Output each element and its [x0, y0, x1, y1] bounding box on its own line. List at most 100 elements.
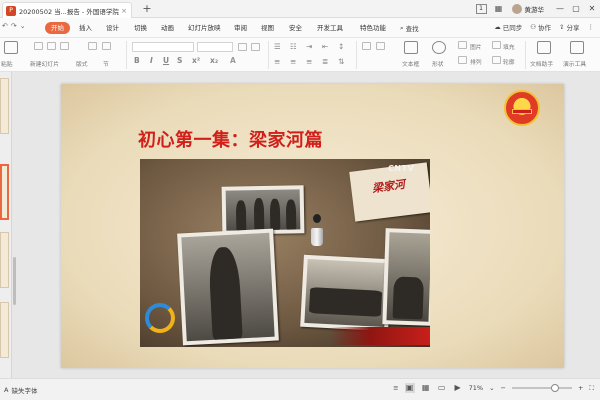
- presenter-tools-label[interactable]: 演示工具: [563, 59, 586, 68]
- outline-label[interactable]: 轮廓: [503, 57, 515, 66]
- format-painter-icon[interactable]: [60, 42, 69, 50]
- tab-view[interactable]: 视图: [259, 22, 276, 34]
- decrease-font-icon[interactable]: [251, 43, 260, 51]
- redo-icon[interactable]: ↷: [11, 22, 17, 30]
- strikethrough-icon[interactable]: S: [177, 56, 182, 65]
- slide-title[interactable]: 初心第一集：梁家河篇: [138, 126, 323, 152]
- paste-icon[interactable]: [4, 41, 18, 54]
- picture-icon[interactable]: [458, 41, 467, 49]
- line-spacing-icon[interactable]: ↕: [338, 42, 344, 51]
- layout-grid-icon[interactable]: ▦: [493, 3, 505, 15]
- zoom-dropdown-icon[interactable]: ⌄: [489, 384, 494, 392]
- chevron-down-icon[interactable]: ⌄: [20, 22, 26, 30]
- slide-thumbnail[interactable]: [0, 302, 9, 358]
- increase-font-icon[interactable]: [238, 43, 247, 51]
- outdent-icon[interactable]: ⇤: [322, 42, 328, 51]
- tab-insert[interactable]: 插入: [77, 22, 94, 34]
- textbox-label[interactable]: 文本框: [402, 59, 419, 68]
- font-name-field[interactable]: [132, 42, 194, 52]
- fill-icon[interactable]: [492, 41, 501, 49]
- shape-label[interactable]: 形状: [432, 59, 444, 68]
- tab-design[interactable]: 设计: [104, 22, 121, 34]
- outline-icon[interactable]: [492, 56, 501, 64]
- document-assistant-icon[interactable]: [537, 41, 551, 54]
- close-window-button[interactable]: ✕: [584, 0, 600, 18]
- underline-icon[interactable]: U: [163, 56, 169, 65]
- thumbnail-scrollbar[interactable]: [13, 257, 16, 305]
- search-button[interactable]: ⌕ 查找: [400, 22, 419, 34]
- text-direction-icon[interactable]: ⇅: [338, 57, 344, 66]
- slide-thumbnail[interactable]: [0, 78, 9, 134]
- notes-icon[interactable]: ≡: [393, 384, 398, 392]
- slide-thumbnail[interactable]: [0, 232, 9, 288]
- numbered-list-icon[interactable]: ☷: [290, 42, 297, 51]
- columns-icon[interactable]: [376, 42, 385, 50]
- tab-special-features[interactable]: 特色功能: [358, 22, 388, 34]
- section-label[interactable]: 节: [103, 59, 109, 68]
- slide-canvas[interactable]: 初心第一集：梁家河篇 梁家河 CNTV: [61, 84, 564, 368]
- video-frame[interactable]: 梁家河 CNTV: [140, 159, 430, 347]
- zoom-slider-knob[interactable]: [550, 384, 559, 392]
- user-name[interactable]: 黄游华: [525, 4, 545, 14]
- layout-label[interactable]: 版式: [76, 59, 88, 68]
- shape-icon[interactable]: [432, 41, 446, 54]
- zoom-slider[interactable]: [511, 384, 572, 392]
- new-tab-button[interactable]: +: [140, 2, 154, 16]
- tab-home[interactable]: 开始: [45, 22, 70, 34]
- missing-font-indicator[interactable]: A 缺失字体: [4, 385, 37, 395]
- align-center-icon[interactable]: ≡: [290, 57, 296, 66]
- tab-transition[interactable]: 切换: [132, 22, 149, 34]
- minimize-button[interactable]: —: [552, 0, 568, 18]
- arrange-label[interactable]: 排列: [470, 57, 482, 66]
- more-options-icon[interactable]: ⋮: [588, 23, 595, 31]
- share-icon: ⇪: [559, 23, 565, 31]
- align-left-icon[interactable]: ≡: [274, 57, 280, 66]
- tab-review[interactable]: 审阅: [232, 22, 249, 34]
- doc-assistant-label[interactable]: 文档助手: [530, 59, 553, 68]
- reset-icon[interactable]: [88, 42, 97, 50]
- slide-thumbnail[interactable]: [0, 164, 9, 220]
- page-count-badge[interactable]: 1: [475, 4, 487, 14]
- maximize-button[interactable]: ▢: [568, 0, 584, 18]
- sync-status[interactable]: ☁ 已同步: [494, 22, 522, 32]
- fill-label[interactable]: 填充: [503, 42, 515, 51]
- subscript-icon[interactable]: x₂: [210, 56, 218, 65]
- document-tab[interactable]: P 20200502 当...报告 - 外国语学院 ×: [2, 2, 132, 18]
- text-layout-icon[interactable]: [362, 42, 371, 50]
- tab-developer[interactable]: 开发工具: [315, 22, 345, 34]
- collaborate-button[interactable]: ⚇ 协作: [530, 22, 551, 32]
- normal-view-button[interactable]: ▣: [404, 383, 415, 393]
- superscript-icon[interactable]: x²: [192, 56, 200, 65]
- justify-icon[interactable]: ≣: [322, 57, 328, 66]
- font-color-icon[interactable]: A: [230, 56, 236, 65]
- bullet-list-icon[interactable]: ☰: [274, 42, 281, 51]
- presenter-tools-icon[interactable]: [570, 41, 584, 54]
- italic-icon[interactable]: I: [150, 56, 153, 65]
- slideshow-button[interactable]: ▶: [453, 383, 463, 393]
- bold-icon[interactable]: B: [134, 56, 140, 65]
- share-button[interactable]: ⇪ 分享: [559, 22, 579, 32]
- avatar[interactable]: [511, 4, 522, 14]
- zoom-out-icon[interactable]: −: [501, 384, 506, 392]
- indent-icon[interactable]: ⇥: [306, 42, 312, 51]
- zoom-level[interactable]: 71%: [469, 384, 483, 392]
- close-tab-icon[interactable]: ×: [120, 7, 128, 15]
- align-right-icon[interactable]: ≡: [306, 57, 312, 66]
- person-figure: [285, 199, 297, 230]
- slide-sorter-button[interactable]: ▦: [421, 383, 431, 393]
- picture-label[interactable]: 图片: [470, 42, 482, 51]
- reading-view-button[interactable]: ▭: [437, 383, 447, 393]
- cut-icon[interactable]: [34, 42, 43, 50]
- undo-icon[interactable]: ↶: [2, 22, 8, 30]
- textbox-icon[interactable]: [404, 41, 418, 54]
- font-size-field[interactable]: [197, 42, 233, 52]
- zoom-in-icon[interactable]: +: [578, 384, 583, 392]
- fit-window-icon[interactable]: ⛶: [589, 384, 594, 393]
- tab-security[interactable]: 安全: [287, 22, 304, 34]
- slide-icon[interactable]: [102, 42, 111, 50]
- arrange-icon[interactable]: [458, 56, 467, 64]
- tab-animation[interactable]: 动画: [159, 22, 176, 34]
- tab-slideshow[interactable]: 幻灯片放映: [186, 22, 223, 34]
- new-slide-label[interactable]: 新建幻灯片: [30, 59, 59, 68]
- copy-icon[interactable]: [47, 42, 56, 50]
